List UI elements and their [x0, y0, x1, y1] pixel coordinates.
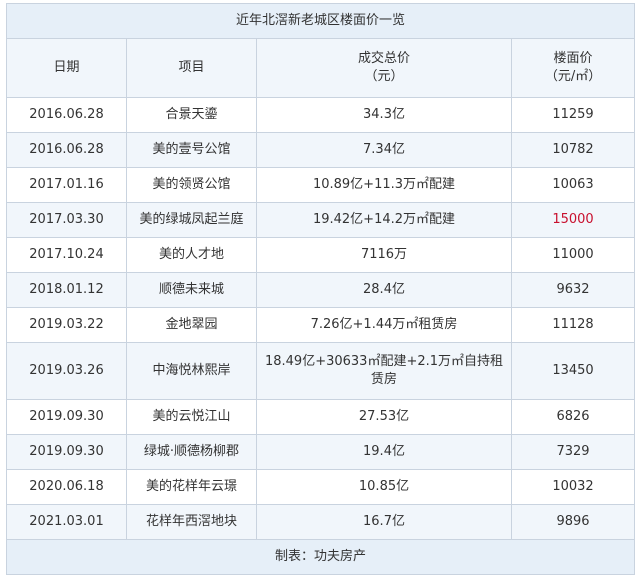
cell-date: 2018.01.12 — [6, 272, 127, 308]
cell-total-price: 7.26亿+1.44万㎡租赁房 — [256, 307, 512, 343]
cell-floor-price-highlight: 15000 — [510, 202, 636, 238]
cell-date: 2019.03.26 — [6, 342, 127, 400]
cell-total-price: 16.7亿 — [256, 504, 512, 540]
table-header-row: 日期 项目 成交总价 （元） 楼面价 （元/㎡） — [6, 38, 636, 98]
table-row: 2016.06.28 美的壹号公馆 7.34亿 10782 — [6, 132, 636, 168]
price-table-container: 近年北滘新老城区楼面价一览 日期 项目 成交总价 （元） 楼面价 （元/㎡） 2… — [5, 3, 636, 575]
cell-floor-price: 13450 — [510, 342, 636, 400]
land-price-table: 近年北滘新老城区楼面价一览 日期 项目 成交总价 （元） 楼面价 （元/㎡） 2… — [5, 3, 636, 575]
header-total-price: 成交总价 （元） — [256, 38, 512, 98]
cell-project: 美的人才地 — [126, 237, 257, 273]
cell-total-price: 19.4亿 — [256, 434, 512, 470]
cell-date: 2016.06.28 — [6, 132, 127, 168]
cell-project: 美的壹号公馆 — [126, 132, 257, 168]
cell-floor-price: 9896 — [510, 504, 636, 540]
table-title: 近年北滘新老城区楼面价一览 — [5, 3, 636, 39]
cell-date: 2017.03.30 — [6, 202, 127, 238]
cell-project: 金地翠园 — [126, 307, 257, 343]
table-footer-credit: 制表：功夫房产 — [5, 539, 636, 575]
table-row: 2021.03.01 花样年西滘地块 16.7亿 9896 — [6, 504, 636, 540]
table-row: 2019.03.26 中海悦林熙岸 18.49亿+30633㎡配建+2.1万㎡自… — [6, 342, 636, 400]
cell-project: 中海悦林熙岸 — [126, 342, 257, 400]
cell-floor-price: 11000 — [510, 237, 636, 273]
header-total-price-unit: （元） — [364, 69, 404, 84]
cell-project: 美的绿城凤起兰庭 — [126, 202, 257, 238]
table-row: 2017.03.30 美的绿城凤起兰庭 19.42亿+14.2万㎡配建 1500… — [6, 202, 636, 238]
table-row: 2017.10.24 美的人才地 7116万 11000 — [6, 237, 636, 273]
cell-project: 美的云悦江山 — [126, 399, 257, 435]
header-total-price-label: 成交总价 — [357, 51, 410, 66]
cell-floor-price: 9632 — [510, 272, 636, 308]
table-title-row: 近年北滘新老城区楼面价一览 — [5, 3, 636, 39]
cell-total-price: 28.4亿 — [256, 272, 512, 308]
cell-total-price: 7116万 — [256, 237, 512, 273]
cell-floor-price: 11128 — [510, 307, 636, 343]
table-row: 2019.09.30 美的云悦江山 27.53亿 6826 — [6, 399, 636, 435]
cell-total-price: 19.42亿+14.2万㎡配建 — [256, 202, 512, 238]
cell-date: 2016.06.28 — [6, 97, 127, 133]
cell-total-price: 10.89亿+11.3万㎡配建 — [256, 167, 512, 203]
cell-date: 2019.09.30 — [6, 399, 127, 435]
table-footer-row: 制表：功夫房产 — [5, 539, 636, 575]
cell-date: 2019.09.30 — [6, 434, 127, 470]
cell-total-price: 7.34亿 — [256, 132, 512, 168]
cell-floor-price: 10782 — [510, 132, 636, 168]
cell-total-price: 27.53亿 — [256, 399, 512, 435]
cell-floor-price: 10032 — [510, 469, 636, 505]
cell-date: 2020.06.18 — [6, 469, 127, 505]
cell-project: 绿城·顺德杨柳郡 — [126, 434, 257, 470]
cell-project: 花样年西滘地块 — [126, 504, 257, 540]
header-floor-price-label: 楼面价 — [553, 51, 593, 66]
cell-project: 美的花样年云璟 — [126, 469, 257, 505]
cell-floor-price: 6826 — [510, 399, 636, 435]
cell-total-price: 18.49亿+30633㎡配建+2.1万㎡自持租赁房 — [256, 342, 512, 400]
table-row: 2019.03.22 金地翠园 7.26亿+1.44万㎡租赁房 11128 — [6, 307, 636, 343]
cell-floor-price: 11259 — [510, 97, 636, 133]
cell-project: 美的领贤公馆 — [126, 167, 257, 203]
cell-project: 合景天鎏 — [126, 97, 257, 133]
table-row: 2020.06.18 美的花样年云璟 10.85亿 10032 — [6, 469, 636, 505]
table-row: 2017.01.16 美的领贤公馆 10.89亿+11.3万㎡配建 10063 — [6, 167, 636, 203]
cell-project: 顺德未来城 — [126, 272, 257, 308]
header-floor-price-unit: （元/㎡） — [544, 69, 602, 84]
table-row: 2016.06.28 合景天鎏 34.3亿 11259 — [6, 97, 636, 133]
table-row: 2018.01.12 顺德未来城 28.4亿 9632 — [6, 272, 636, 308]
cell-floor-price: 10063 — [510, 167, 636, 203]
cell-date: 2021.03.01 — [6, 504, 127, 540]
cell-total-price: 34.3亿 — [256, 97, 512, 133]
table-row: 2019.09.30 绿城·顺德杨柳郡 19.4亿 7329 — [6, 434, 636, 470]
header-date: 日期 — [6, 38, 127, 98]
cell-date: 2019.03.22 — [6, 307, 127, 343]
cell-date: 2017.10.24 — [6, 237, 127, 273]
cell-date: 2017.01.16 — [6, 167, 127, 203]
header-project: 项目 — [126, 38, 257, 98]
header-floor-price: 楼面价 （元/㎡） — [510, 38, 636, 98]
cell-total-price: 10.85亿 — [256, 469, 512, 505]
cell-floor-price: 7329 — [510, 434, 636, 470]
